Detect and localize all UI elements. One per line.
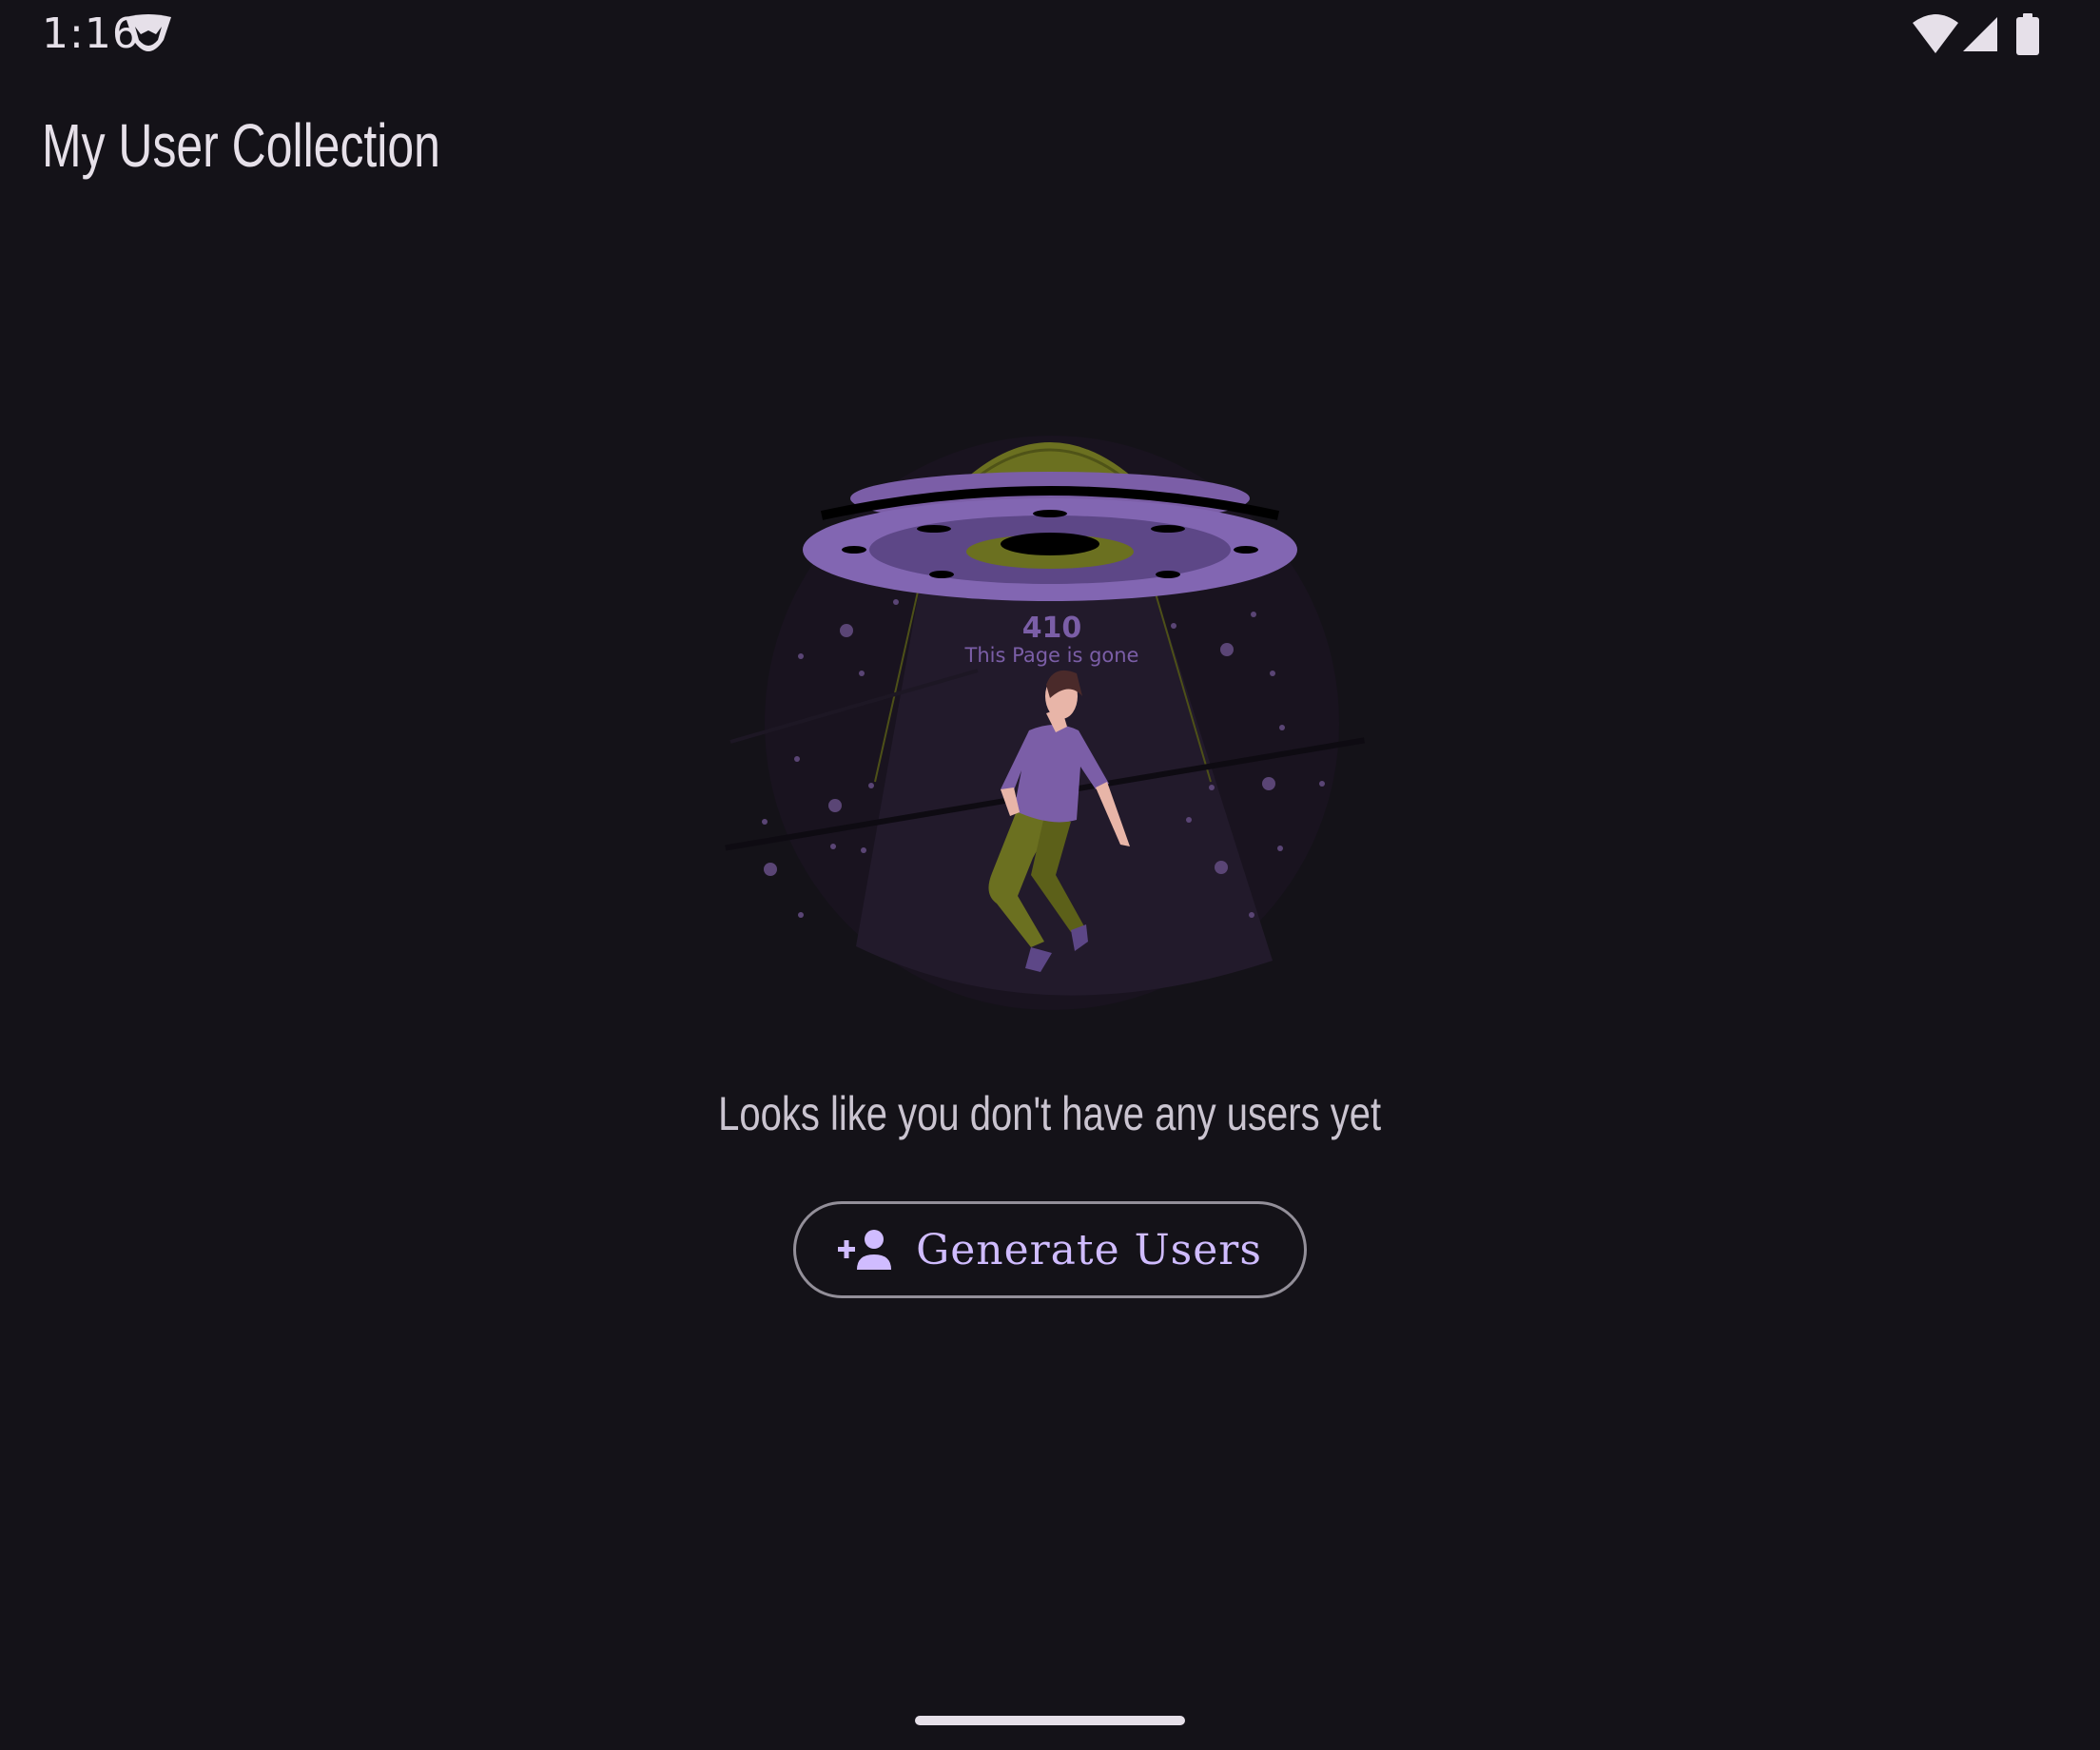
status-bar: 1:16 — [0, 0, 2100, 72]
generate-users-label: Generate Users — [916, 1225, 1262, 1274]
empty-state-message: Looks like you don't have any users yet — [0, 1086, 2100, 1141]
ufo-illustration: 410 This Page is gone — [725, 436, 1366, 1010]
illustration-caption: This Page is gone — [964, 644, 1139, 667]
notification-icon — [126, 14, 171, 51]
app-title: My User Collection — [42, 111, 440, 180]
empty-state-message-text: Looks like you don't have any users yet — [718, 1087, 1382, 1140]
battery-icon — [2016, 13, 2039, 55]
illustration-code: 410 — [1022, 612, 1082, 645]
person-add-icon — [838, 1230, 892, 1270]
generate-users-button[interactable]: Generate Users — [793, 1201, 1307, 1298]
wifi-icon — [1913, 14, 1958, 53]
signal-icon — [1963, 17, 1997, 51]
gesture-navigation-bar[interactable] — [915, 1716, 1185, 1725]
screen: 1:16 My User Collection 410 This Page is… — [0, 0, 2100, 1750]
